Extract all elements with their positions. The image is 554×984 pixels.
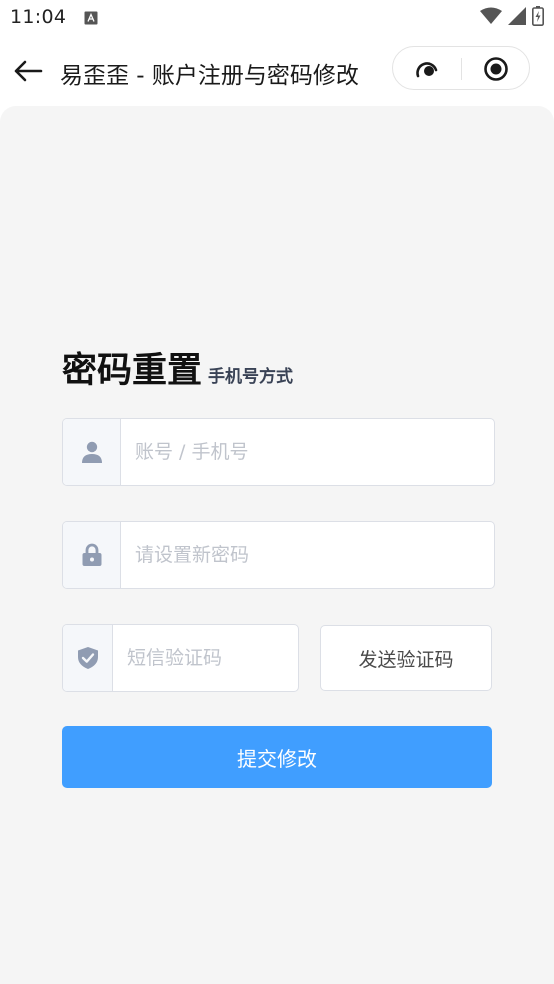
form-container: 密码重置手机号方式 发送验证 — [0, 106, 554, 984]
status-time: 11:04 — [10, 6, 67, 28]
user-icon — [81, 441, 102, 463]
form-heading: 密码重置 手机号方式 — [62, 342, 293, 393]
lock-icon — [82, 543, 101, 566]
wifi-icon — [480, 7, 502, 29]
sms-code-icon-box — [63, 625, 113, 691]
more-options-button[interactable] — [393, 47, 461, 91]
password-icon-box — [63, 522, 121, 588]
form-title: 密码重置 — [62, 351, 203, 391]
password-field — [62, 521, 495, 589]
account-field — [62, 418, 495, 486]
status-indicators — [480, 6, 544, 30]
status-bar: 11:04 — [0, 0, 554, 38]
sms-code-field — [62, 624, 299, 692]
notification-icon — [84, 10, 98, 25]
target-circle-icon — [484, 57, 508, 81]
mini-program-capsule — [392, 46, 530, 90]
battery-icon — [532, 6, 544, 30]
close-mini-program-button[interactable] — [462, 47, 530, 91]
back-button[interactable] — [10, 56, 46, 86]
send-code-button[interactable]: 发送验证码 — [320, 625, 492, 691]
new-password-input[interactable] — [121, 522, 494, 588]
account-input[interactable] — [121, 419, 494, 485]
shield-check-icon — [77, 647, 98, 669]
signal-icon — [508, 7, 526, 29]
back-arrow-icon — [14, 60, 43, 82]
navigation-bar: 易歪歪 - 账户注册与密码修改 — [0, 38, 554, 104]
account-icon-box — [63, 419, 121, 485]
sms-code-input[interactable] — [113, 625, 298, 691]
more-options-icon — [416, 62, 438, 78]
form-subtitle: 手机号方式 — [208, 367, 294, 387]
submit-button[interactable]: 提交修改 — [62, 726, 492, 788]
page-title: 易歪歪 - 账户注册与密码修改 — [60, 63, 359, 89]
